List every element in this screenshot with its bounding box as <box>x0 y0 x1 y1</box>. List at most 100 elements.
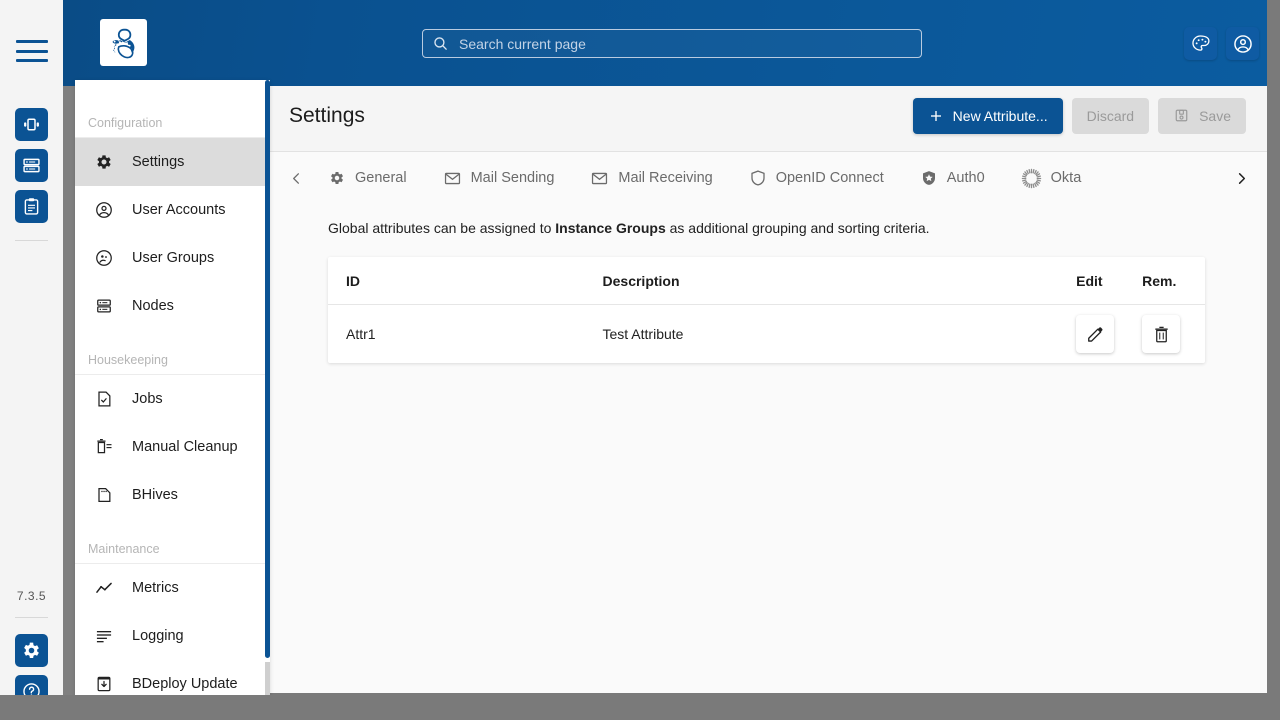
tab-bar: General Mail Sending Mail Receiving Open… <box>270 152 1267 204</box>
description-prefix: Global attributes can be assigned to <box>328 220 556 236</box>
sidebar-item-bhives[interactable]: BHives <box>75 471 270 519</box>
page-toolbar: New Attribute... Discard Save <box>912 97 1246 134</box>
tab-mail-sending[interactable]: Mail Sending <box>425 161 573 195</box>
description-bold: Instance Groups <box>555 220 666 236</box>
discard-button[interactable]: Discard <box>1071 97 1150 134</box>
tab-openid-connect[interactable]: OpenID Connect <box>731 161 902 195</box>
navigation-scroll-area: Configuration Settings User Accounts Use… <box>75 80 270 695</box>
nav-scrollbar[interactable] <box>265 80 270 695</box>
tab-auth0[interactable]: Auth0 <box>902 161 1003 195</box>
nav-scrollbar-track <box>265 662 270 695</box>
nav-scrollbar-thumb[interactable] <box>265 80 270 658</box>
sidebar-item-settings[interactable]: Settings <box>75 138 270 186</box>
tab-label: OpenID Connect <box>775 170 884 186</box>
reports-button[interactable] <box>15 190 48 223</box>
table-head: ID Description Edit Rem. <box>328 257 1205 305</box>
new-attribute-label: New Attribute... <box>952 107 1048 124</box>
column-header-description: Description <box>602 257 1077 305</box>
search-input[interactable] <box>459 35 912 52</box>
pencil-icon <box>1088 327 1103 342</box>
rail-button-group <box>15 108 48 241</box>
sidebar-item-nodes[interactable]: Nodes <box>75 282 270 330</box>
trash-icon <box>1154 326 1168 342</box>
sidebar-item-logging[interactable]: Logging <box>75 612 270 660</box>
user-circle-icon <box>93 199 115 221</box>
user-account-button[interactable] <box>1226 27 1259 60</box>
nav-section-maintenance: Maintenance <box>75 535 270 564</box>
description-suffix: as additional grouping and sorting crite… <box>665 220 930 236</box>
column-header-remove: Rem. <box>1142 257 1205 305</box>
search-icon <box>434 37 447 50</box>
app-version: 7.3.5 <box>16 589 47 603</box>
instance-groups-button[interactable] <box>15 108 48 141</box>
attributes-table-card: ID Description Edit Rem. Attr1 Test Attr… <box>328 257 1205 363</box>
server-icon <box>93 295 115 317</box>
header-actions <box>1184 27 1259 60</box>
line-chart-icon <box>93 577 115 599</box>
tab-label: Auth0 <box>946 170 985 186</box>
chevron-right-icon <box>1238 172 1245 184</box>
tab-label: General <box>355 170 407 186</box>
sidebar-item-label: Metrics <box>132 580 179 596</box>
app-root: 7.3.5 Search current page Configuration … <box>0 0 1280 720</box>
discard-label: Discard <box>1086 107 1135 124</box>
window-right-gutter <box>1267 0 1280 720</box>
main-content: Settings New Attribute... Discard Save G… <box>270 80 1267 693</box>
nav-section-configuration: Configuration <box>75 109 270 138</box>
software-repositories-button[interactable] <box>15 149 48 182</box>
sidebar-item-label: Jobs <box>132 391 163 407</box>
user-group-icon <box>93 247 115 269</box>
sidebar-item-user-groups[interactable]: User Groups <box>75 234 270 282</box>
save-disk-icon <box>1175 109 1188 122</box>
tabs-scroll-right[interactable] <box>1227 161 1255 195</box>
gear-icon <box>93 151 115 173</box>
rail-divider-bottom <box>15 617 48 618</box>
envelope-icon <box>443 169 462 188</box>
sidebar-item-user-accounts[interactable]: User Accounts <box>75 186 270 234</box>
sidebar-item-label: BDeploy Update <box>132 676 238 692</box>
chevron-left-icon <box>292 172 299 184</box>
edit-attribute-button[interactable] <box>1076 315 1115 353</box>
new-attribute-button[interactable]: New Attribute... <box>912 97 1063 134</box>
palette-icon <box>1192 35 1210 51</box>
theme-toggle-button[interactable] <box>1184 27 1217 60</box>
software-repositories-icon <box>23 158 40 173</box>
rail-bottom-group: 7.3.5 <box>0 589 63 708</box>
sidebar-item-label: Settings <box>132 154 185 170</box>
search-bar[interactable] <box>422 29 922 58</box>
save-label: Save <box>1199 107 1231 124</box>
auth0-icon <box>920 169 938 187</box>
bee-logo-icon <box>112 28 134 58</box>
envelope-icon <box>590 169 609 188</box>
cell-description: Test Attribute <box>602 326 684 342</box>
trash-list-icon <box>93 436 115 458</box>
tab-mail-receiving[interactable]: Mail Receiving <box>572 161 730 195</box>
sidebar-item-label: User Groups <box>132 250 215 266</box>
sidebar-item-label: BHives <box>132 487 178 503</box>
cell-remove <box>1142 305 1205 364</box>
sidebar-item-bdeploy-update[interactable]: BDeploy Update <box>75 660 270 695</box>
window-bottom-bar <box>0 695 1280 720</box>
tab-general[interactable]: General <box>310 161 425 195</box>
tab-okta[interactable]: Okta <box>1003 161 1100 195</box>
hamburger-menu-icon[interactable] <box>15 40 48 62</box>
sidebar-item-label: User Accounts <box>132 202 226 218</box>
save-button[interactable]: Save <box>1158 97 1246 134</box>
sidebar-item-metrics[interactable]: Metrics <box>75 564 270 612</box>
sidebar-item-jobs[interactable]: Jobs <box>75 375 270 423</box>
app-header <box>63 0 1280 86</box>
remove-attribute-button[interactable] <box>1142 315 1181 353</box>
table-row[interactable]: Attr1 Test Attribute <box>328 305 1205 364</box>
rail-divider <box>15 240 48 241</box>
column-header-edit: Edit <box>1076 257 1143 305</box>
administration-button[interactable] <box>15 634 48 667</box>
tabs-scroll-left[interactable] <box>282 161 310 195</box>
reports-icon <box>24 198 39 215</box>
plus-icon <box>930 110 941 121</box>
left-icon-rail: 7.3.5 <box>0 0 63 720</box>
sidebar-item-manual-cleanup[interactable]: Manual Cleanup <box>75 423 270 471</box>
nav-section-housekeeping: Housekeeping <box>75 346 270 375</box>
instance-groups-icon <box>24 118 39 131</box>
